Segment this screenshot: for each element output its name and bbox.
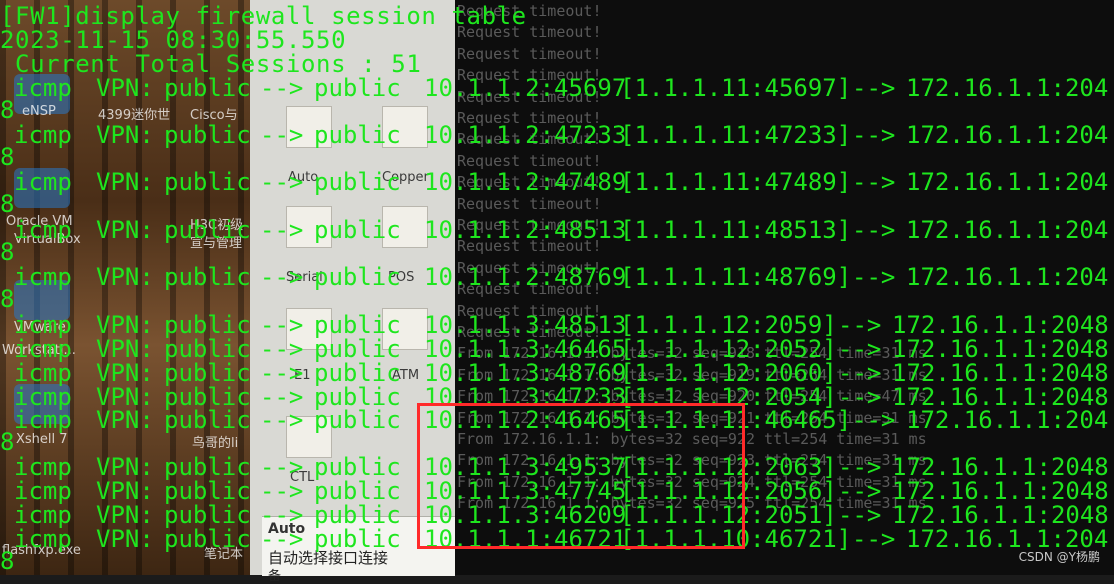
device-tile-serial[interactable] [286,206,332,248]
xshell-app-icon[interactable] [14,384,70,424]
desktop-icon-label: 鸟哥的li [192,436,239,451]
ping-output-line: Request timeout! [457,194,602,213]
desktop-icon-label: eNSP [22,104,56,119]
device-label: E1 [294,368,311,383]
desktop-icon-label: Oracle VM [6,214,73,229]
ping-output-line: Request timeout! [457,216,602,234]
vmware-app-icon[interactable] [14,280,70,320]
desktop-icon-label: VMware [14,320,66,335]
desktop-icon-label: Workstati... [2,343,76,358]
ping-output-line: Request timeout! [457,130,602,149]
ping-output-line: Request timeout! [457,173,602,192]
ping-output-line: Request timeout! [457,151,602,170]
desktop-background: eNSP 4399迷你世 Cisco与 Oracle VM VirtualBox… [0,0,250,575]
desktop-icon-label: 宣与管理 [190,236,243,251]
device-label: Serial [286,270,323,285]
desktop-icon-label: 笔记本 [204,547,244,562]
ping-output-line: Request timeout! [457,301,602,320]
virtualbox-app-icon[interactable] [14,168,70,208]
ping-output-line: Request timeout! [457,66,602,85]
desktop-icon-label: Cisco与 [190,108,238,123]
description-text: 自动选择接口连接 [268,549,389,567]
ping-output-line: Request timeout! [457,258,602,277]
device-tile-atm[interactable] [382,308,428,350]
ping-output-line: From 172.16.1.1: bytes=32 seq=918 ttl=25… [457,344,927,363]
device-tile-auto[interactable] [286,106,332,148]
ping-output-line: From 172.16.1.1: bytes=32 seq=919 ttl=25… [457,365,927,384]
desktop-icon-label: Xshell 7 [16,432,68,447]
desktop-icon-label: 4399迷你世 [98,108,171,123]
device-label: Auto [288,170,319,185]
desktop-icon-label: VirtualBox [14,232,81,247]
desktop-icon-label: flashfxp.exe [2,543,81,558]
device-tile-ctl[interactable] [286,416,332,458]
device-tile-pos[interactable] [382,206,428,248]
desktop-icon-label: H3C初级 [190,218,244,233]
ping-output-line: Request timeout! [457,2,602,20]
ping-output-line: Request timeout! [457,44,602,63]
ping-output-line: Request timeout! [457,109,602,127]
device-label: POS [388,270,415,285]
highlight-box [417,403,745,549]
watermark: CSDN @Y杨鹏 [1018,550,1100,564]
ping-output-line: Request timeout! [457,87,602,106]
ping-output-line: Request timeout! [457,23,602,42]
device-label: Copper [382,170,429,185]
ping-output-line: Request timeout! [457,237,602,256]
ping-output-line: Request timeout! [457,280,602,299]
description-title: Auto [268,521,306,537]
ping-output-line: Request timeout! [457,323,602,341]
device-tile-copper[interactable] [382,106,428,148]
device-label: CTL [290,470,315,485]
device-label: ATM [392,368,420,383]
device-tile-e1[interactable] [286,308,332,350]
